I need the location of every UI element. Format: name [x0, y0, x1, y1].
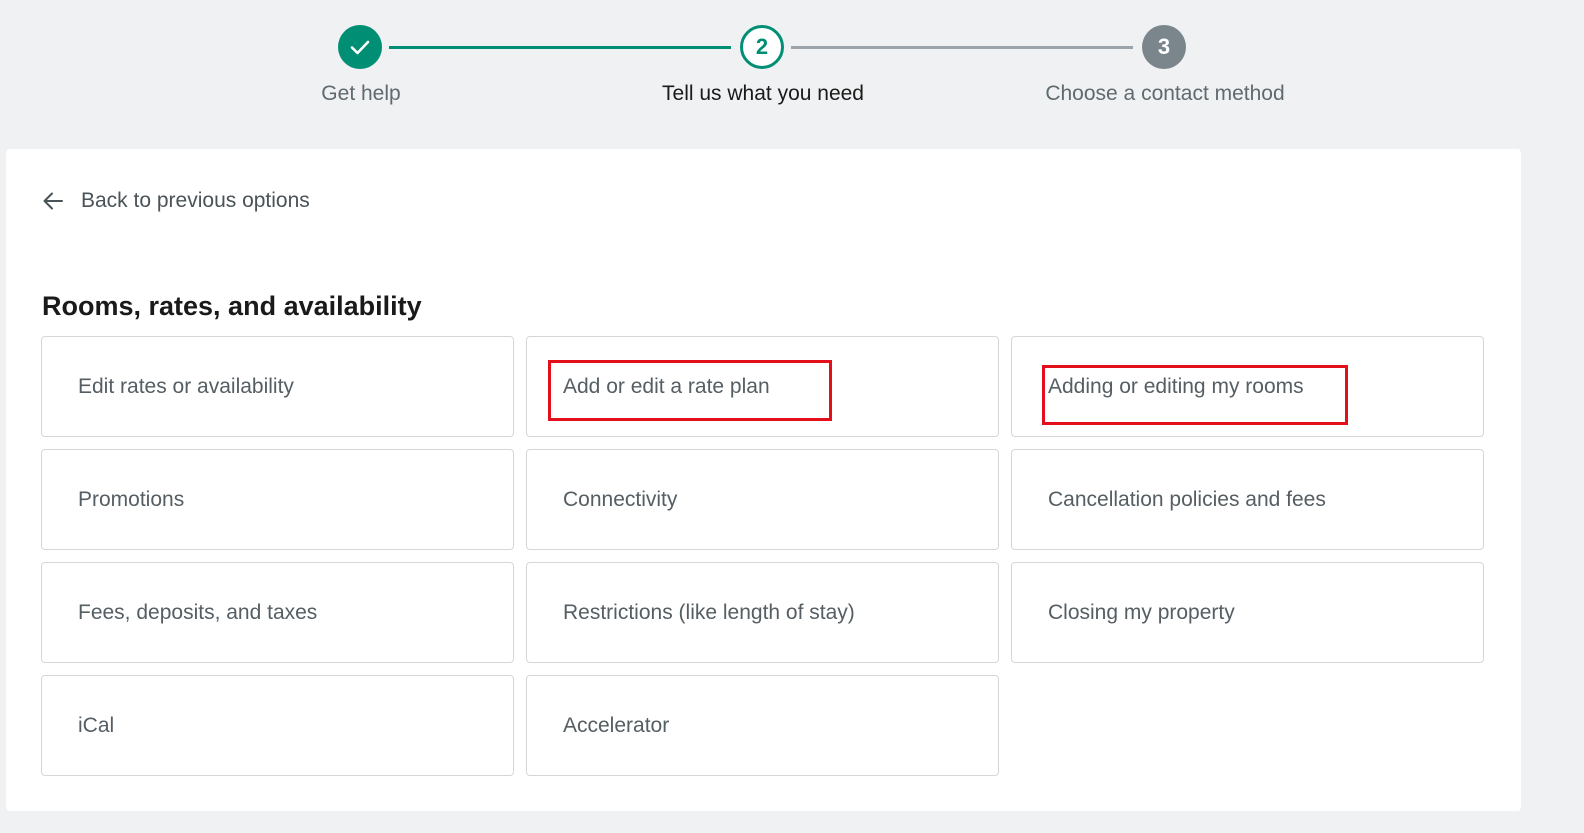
arrow-left-icon — [43, 192, 63, 210]
option-label: Add or edit a rate plan — [563, 374, 770, 398]
option-cancellation-policies-and-fees[interactable]: Cancellation policies and fees — [1011, 449, 1484, 550]
option-label: Restrictions (like length of stay) — [563, 600, 855, 624]
option-label: Accelerator — [563, 713, 670, 737]
progress-stepper: 2 3 Get help Tell us what you need Choos… — [0, 0, 1584, 140]
option-label: iCal — [78, 713, 115, 737]
option-label: Connectivity — [563, 487, 678, 511]
option-label: Closing my property — [1048, 600, 1235, 624]
option-adding-or-editing-my-rooms[interactable]: Adding or editing my rooms — [1011, 336, 1484, 437]
step-3-label: Choose a contact method — [1045, 82, 1285, 105]
step-1-complete-indicator — [338, 25, 382, 69]
back-to-previous-options-link[interactable]: Back to previous options — [41, 189, 310, 213]
option-edit-rates-or-availability[interactable]: Edit rates or availability — [41, 336, 514, 437]
stepper-line-pending — [791, 46, 1133, 49]
stepper-line-complete — [389, 46, 731, 49]
option-label: Cancellation policies and fees — [1048, 487, 1326, 511]
option-restrictions[interactable]: Restrictions (like length of stay) — [526, 562, 999, 663]
option-add-or-edit-rate-plan[interactable]: Add or edit a rate plan — [526, 336, 999, 437]
options-panel: Back to previous options Rooms, rates, a… — [6, 149, 1521, 811]
step-2-indicator: 2 — [740, 25, 784, 69]
option-label: Edit rates or availability — [78, 374, 294, 398]
option-label: Adding or editing my rooms — [1048, 374, 1304, 398]
option-connectivity[interactable]: Connectivity — [526, 449, 999, 550]
option-promotions[interactable]: Promotions — [41, 449, 514, 550]
option-fees-deposits-and-taxes[interactable]: Fees, deposits, and taxes — [41, 562, 514, 663]
option-label: Fees, deposits, and taxes — [78, 600, 318, 624]
option-ical[interactable]: iCal — [41, 675, 514, 776]
option-label: Promotions — [78, 487, 185, 511]
option-closing-my-property[interactable]: Closing my property — [1011, 562, 1484, 663]
option-accelerator[interactable]: Accelerator — [526, 675, 999, 776]
step-3-indicator: 3 — [1142, 25, 1186, 69]
section-title: Rooms, rates, and availability — [42, 291, 422, 321]
checkmark-icon — [350, 40, 370, 55]
back-link-label: Back to previous options — [81, 189, 310, 212]
step-1-label: Get help — [321, 82, 401, 105]
step-2-label: Tell us what you need — [662, 82, 864, 105]
options-grid: Edit rates or availability Add or edit a… — [41, 336, 1484, 776]
